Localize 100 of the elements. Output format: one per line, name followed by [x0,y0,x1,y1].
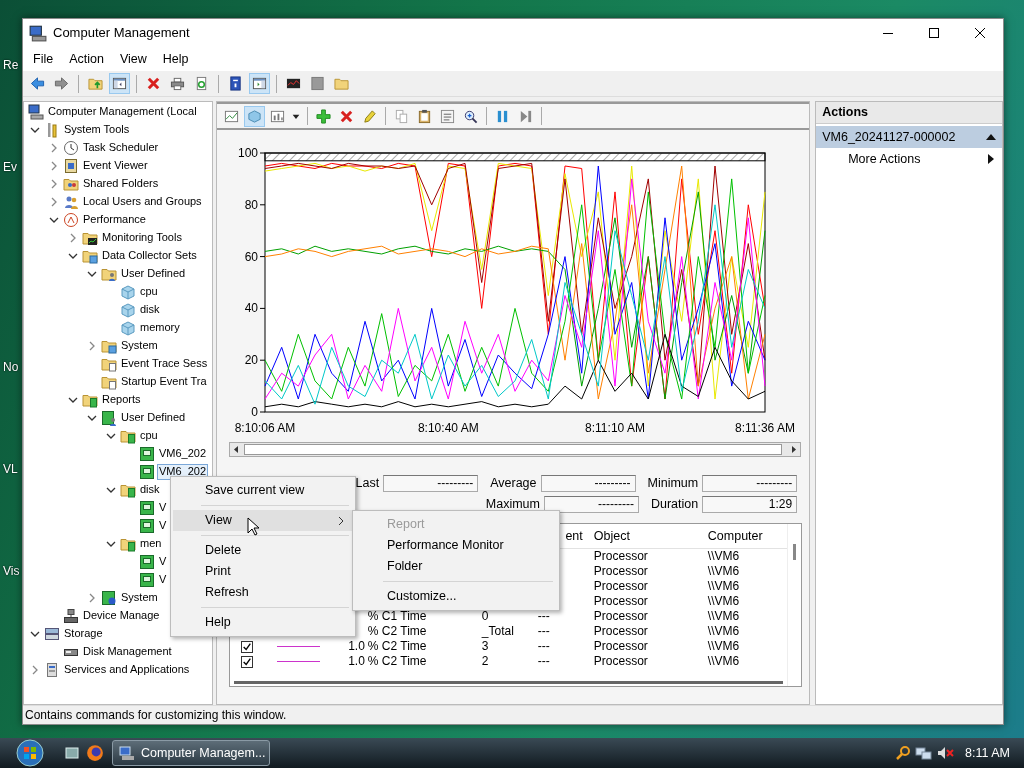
report-folder-icon [120,536,136,552]
table-cell: --- [537,654,550,669]
tree-item[interactable]: Device Manage [81,608,162,624]
desktop-icon-label[interactable]: Vis [3,564,20,579]
tree-item[interactable]: Storage [62,626,105,642]
tree-item[interactable]: Event Viewer [81,158,150,174]
chevron-icon [337,515,345,526]
desktop-icon-label[interactable]: Re [3,58,19,73]
menu-item[interactable]: Performance Monitor [355,535,557,556]
menu-item[interactable]: Action [61,49,112,69]
tree-item[interactable]: Disk Management [81,644,174,660]
tree-item[interactable]: men [138,536,164,552]
action-pane-icon[interactable] [249,73,270,94]
tree-item[interactable]: Startup Event Tra [119,374,209,390]
tree-item[interactable]: cpu [138,428,160,444]
tree-item[interactable]: Performance [81,212,148,228]
services-icon [44,662,60,678]
tree-item[interactable]: disk [138,482,162,498]
action-item[interactable]: More Actions [848,151,921,167]
speaker-muted-icon[interactable] [937,745,956,761]
column-header[interactable]: Object [593,528,630,544]
gauge-icon [63,212,79,228]
computer-icon [28,104,44,120]
tree-item[interactable]: memory [138,320,182,336]
tree-item[interactable]: VM6_202 [157,446,209,462]
scrollbar[interactable] [233,681,783,684]
tree-item[interactable]: System [119,338,160,354]
menu-item[interactable]: File [25,49,62,69]
table-cell: Processor [593,564,648,579]
stat-label: Average [490,476,537,491]
table-cell: \\VM6 [707,624,740,639]
log-data-icon[interactable] [243,105,265,127]
submenu-arrow-icon[interactable] [988,154,994,164]
table-cell: \\VM6 [707,549,740,564]
report-icon [139,446,155,462]
axis-label: 100 [237,146,258,160]
desktop-icon-label[interactable]: Ev [3,160,17,175]
tree-item[interactable]: cpu [138,284,160,300]
tree-item[interactable]: Local Users and Groups [81,194,204,210]
taskbar-button[interactable]: Computer Managem... [112,740,270,766]
menu-item[interactable]: Save current view [173,480,353,501]
tree-item[interactable]: Data Collector Sets [100,248,199,264]
browser-icon[interactable] [86,744,104,762]
app-icon[interactable] [64,745,80,761]
menu-item[interactable]: View [111,49,155,69]
tree-item[interactable]: V [157,518,169,534]
menu-item[interactable]: Help [173,612,353,633]
tree-item[interactable]: Shared Folders [81,176,161,192]
tree-item[interactable]: Task Scheduler [81,140,161,156]
window-title: Computer Management [53,25,190,41]
table-cell: \\VM6 [707,639,740,654]
desktop-icon-label[interactable]: VL [3,462,18,477]
stat-label: Last [355,476,380,491]
table-cell: \\VM6 [707,594,740,609]
tree-item[interactable]: Monitoring Tools [100,230,184,246]
table-cell: _Total [481,624,514,639]
desktop-icon-label[interactable]: No [3,360,19,375]
tree-item[interactable]: System Tools [62,122,132,138]
menu-item[interactable]: View [173,510,353,531]
tree-item[interactable]: Event Trace Sess [119,356,210,372]
computer-management-icon [119,745,135,761]
start-orb-icon[interactable] [14,738,46,768]
clock-time[interactable]: 8:11 AM [965,745,1010,761]
tree-item[interactable]: System [119,590,160,606]
table-cell: 2 [481,654,489,669]
menu-item[interactable]: Help [154,49,197,69]
scrollbar[interactable] [228,442,801,457]
axis-label: 80 [244,197,258,212]
menu-item[interactable]: Folder [355,556,557,577]
tree-item[interactable]: Services and Applications [62,662,192,678]
axis-label: 60 [244,249,258,264]
menu-item[interactable]: Delete [173,540,353,561]
tree-item[interactable]: disk [138,302,162,318]
user-folder-icon [101,266,117,282]
column-header[interactable]: Computer [707,528,763,544]
report-user-icon [101,410,117,426]
tree-item[interactable]: Reports [100,392,143,408]
tree-item[interactable]: V [157,500,169,516]
tree-item[interactable]: User Defined [119,266,188,282]
tree-pane-icon[interactable] [109,73,130,94]
trace-folder-icon [101,356,117,372]
menu-item[interactable]: Refresh [173,582,353,603]
checkbox[interactable] [240,640,253,653]
stat-field: --------- [702,475,798,492]
tree-item[interactable]: Computer Management (Local [46,104,199,120]
tree-item[interactable]: V [157,572,169,588]
menu-item[interactable]: Print [173,561,353,582]
cube-icon [120,320,136,336]
column-header[interactable]: ent [565,528,583,544]
collapse-caret-icon[interactable] [986,133,996,141]
checkbox[interactable] [240,655,253,668]
tree-item[interactable]: V [157,554,169,570]
network-icon[interactable] [915,745,934,761]
stat-field: 1:29 [702,496,798,513]
table-cell: % C2 Time [367,624,427,639]
menu-item[interactable]: Customize... [355,586,557,607]
tree-item[interactable]: User Defined [119,410,188,426]
magnifier-icon[interactable] [895,745,912,761]
report-folder-icon [82,392,98,408]
axis-label: 8:10:06 AM [234,421,296,435]
